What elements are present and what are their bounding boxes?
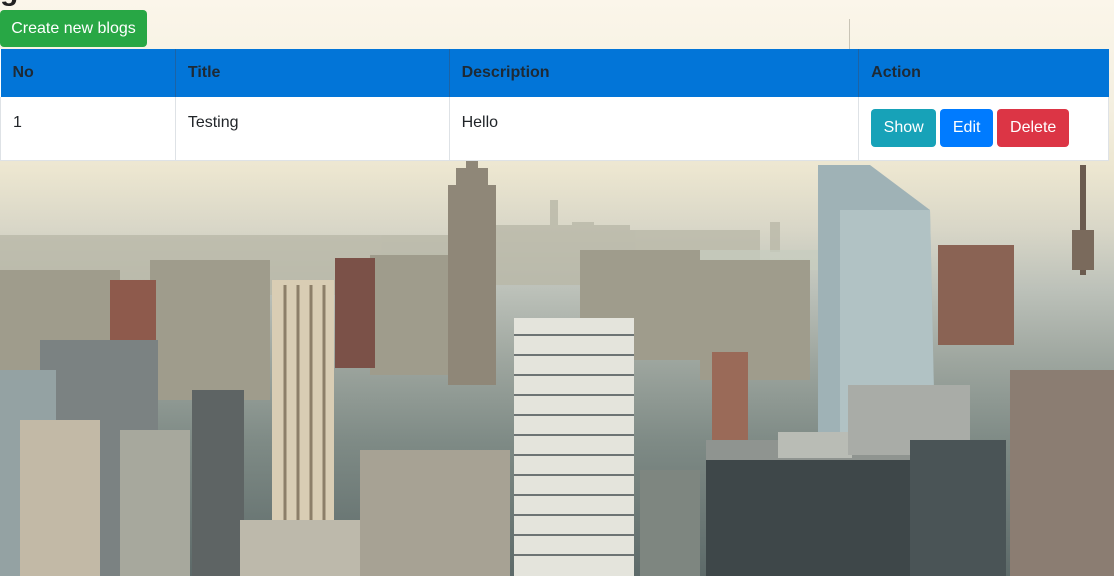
cell-description: Hello (449, 97, 860, 161)
column-header-action: Action (858, 49, 1109, 97)
create-new-blog-button[interactable]: Create new blogs (0, 10, 147, 47)
cell-actions: Show Edit Delete (858, 97, 1109, 161)
edit-button[interactable]: Edit (940, 109, 994, 147)
divider (849, 19, 850, 49)
column-header-title: Title (175, 49, 450, 97)
table-row: 1 Testing Hello Show Edit Delete (0, 97, 1109, 161)
cell-title: Testing (175, 97, 450, 161)
column-header-no: No (0, 49, 176, 97)
delete-button[interactable]: Delete (997, 109, 1070, 147)
page-heading-partial: g (0, 0, 19, 8)
table-header-row: No Title Description Action (0, 49, 1109, 97)
show-button[interactable]: Show (871, 109, 937, 147)
column-header-description: Description (449, 49, 860, 97)
blogs-table: No Title Description Action 1 Testing He… (0, 49, 1109, 161)
cell-no: 1 (0, 97, 176, 161)
page: g Create new blogs No Title Description … (0, 0, 1114, 576)
